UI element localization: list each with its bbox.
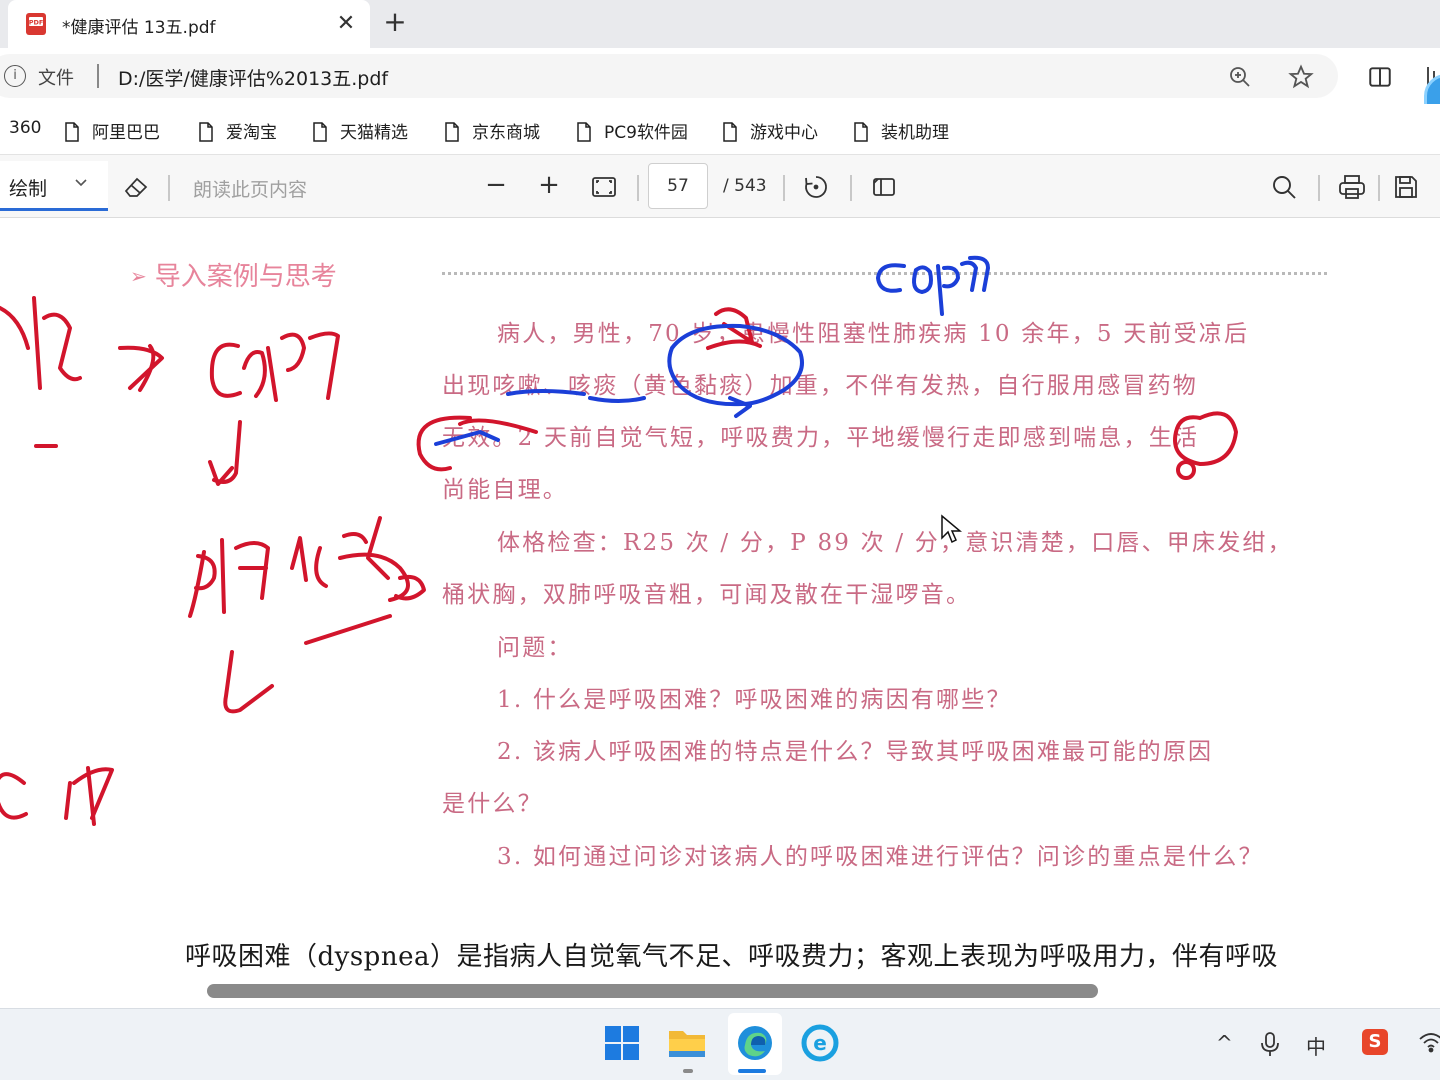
address-divider	[97, 64, 99, 88]
bookmark-label: 装机助理	[881, 123, 949, 143]
active-indicator	[738, 1069, 766, 1073]
favorites-bar: 360 阿里巴巴 爱淘宝 天猫精选 京东商城 PC9软件园 游戏中心 装机助理	[0, 104, 1440, 154]
running-indicator	[683, 1069, 693, 1073]
favorite-star-icon[interactable]	[1288, 64, 1314, 90]
bookmark-label: 京东商城	[472, 123, 540, 143]
bookmark-install-helper[interactable]: 装机助理	[853, 118, 949, 143]
tray-overflow-chevron-icon[interactable]: ^	[1216, 1031, 1233, 1055]
file-explorer-icon[interactable]	[667, 1023, 707, 1063]
ie-browser-icon[interactable]: e	[800, 1023, 840, 1063]
save-icon[interactable]	[1392, 173, 1420, 201]
edge-browser-icon[interactable]	[735, 1023, 775, 1063]
close-tab-icon[interactable]: ✕	[332, 10, 360, 38]
sogou-input-icon[interactable]: S	[1362, 1029, 1388, 1055]
windows-taskbar: e ^ 中 S	[0, 1008, 1440, 1080]
case-line: 无效。2 天前自觉气短，呼吸费力，平地缓慢行走即感到喘息，生活	[442, 425, 1200, 451]
bookmark-label: 爱淘宝	[226, 123, 277, 143]
section-heading-text: 导入案例与思考	[154, 262, 337, 292]
split-screen-icon[interactable]	[1367, 64, 1393, 90]
svg-text:PDF: PDF	[29, 19, 44, 27]
bookmark-pc9[interactable]: PC9软件园	[576, 118, 688, 143]
title-bar: PDF *健康评估 13五.pdf ✕ +	[0, 0, 1440, 48]
eraser-icon[interactable]	[122, 174, 150, 200]
toolbar-divider	[783, 175, 785, 201]
toolbar-divider	[850, 175, 852, 201]
zoom-in-button[interactable]: +	[534, 171, 564, 201]
zoom-out-button[interactable]: −	[481, 171, 511, 201]
questions-label: 问题：	[497, 635, 573, 661]
browser-tab[interactable]: PDF *健康评估 13五.pdf ✕	[8, 0, 370, 48]
url-text[interactable]: D:/医学/健康评估%2013五.pdf	[118, 64, 388, 91]
toolbar-divider	[1378, 175, 1380, 201]
section-heading: ➢ 导入案例与思考	[130, 256, 337, 293]
page-icon	[445, 122, 459, 142]
search-icon[interactable]	[1270, 173, 1298, 201]
bookmark-label: 天猫精选	[340, 123, 408, 143]
question-item: 3. 如何通过问诊对该病人的呼吸困难进行评估？问诊的重点是什么？	[497, 844, 1264, 870]
windows-start-icon[interactable]	[602, 1023, 642, 1063]
exam-line: 体格检查：R25 次 / 分，P 89 次 / 分，意识清楚，口唇、甲床发绀，	[497, 530, 1293, 556]
draw-label: 绘制	[9, 178, 48, 200]
page-icon	[199, 122, 213, 142]
microphone-icon[interactable]	[1260, 1031, 1280, 1057]
bookmark-label: 360	[9, 118, 42, 138]
svg-text:e: e	[813, 1031, 827, 1055]
page-icon	[854, 122, 868, 142]
bookmark-label: 游戏中心	[750, 123, 818, 143]
site-info-icon[interactable]: i	[4, 65, 26, 87]
bookmark-label: 阿里巴巴	[92, 123, 160, 143]
body-paragraph: 呼吸困难（dyspnea）是指病人自觉氧气不足、呼吸费力；客观上表现为呼吸用力，…	[185, 942, 1278, 972]
print-icon[interactable]	[1337, 173, 1367, 201]
new-tab-button[interactable]: +	[380, 8, 410, 38]
bookmark-label: PC9软件园	[604, 123, 688, 143]
question-item: 是什么？	[442, 791, 543, 817]
bookmark-alibaba[interactable]: 阿里巴巴	[64, 118, 160, 143]
bookmark-aitaobao[interactable]: 爱淘宝	[198, 118, 277, 143]
dotted-divider	[442, 272, 1327, 275]
case-line: 尚能自理。	[442, 477, 568, 503]
page-icon	[723, 122, 737, 142]
page-number-input[interactable]: 57	[648, 163, 708, 209]
page-total: / 543	[723, 176, 767, 196]
rotate-icon[interactable]	[802, 173, 830, 201]
ime-indicator[interactable]: 中	[1306, 1031, 1326, 1060]
mouse-cursor-icon	[941, 514, 962, 544]
toolbar-divider	[1318, 175, 1320, 201]
page-view-icon[interactable]	[870, 173, 898, 201]
pdf-file-icon: PDF	[26, 13, 46, 35]
address-row: i 文件 D:/医学/健康评估%2013五.pdf	[0, 48, 1440, 104]
pdf-document-view[interactable]: ➢ 导入案例与思考 病人，男性，70 岁，患慢性阻塞性肺疾病 10 余年，5 天前…	[0, 218, 1440, 1008]
blue-ink-strokes	[434, 255, 990, 446]
tab-title: *健康评估 13五.pdf	[62, 18, 216, 38]
page-icon	[65, 122, 79, 142]
read-aloud-button[interactable]: 朗读此页内容	[193, 175, 307, 202]
bookmark-360[interactable]: 360	[9, 118, 41, 138]
question-item: 1. 什么是呼吸困难？呼吸困难的病因有哪些？	[497, 687, 1012, 713]
exam-line: 桶状胸，双肺呼吸音粗，可闻及散在干湿啰音。	[442, 582, 972, 608]
page-icon	[313, 122, 327, 142]
horizontal-scrollbar[interactable]	[207, 984, 1098, 998]
chevron-down-icon	[75, 179, 87, 187]
case-line: 病人，男性，70 岁，患慢性阻塞性肺疾病 10 余年，5 天前受凉后	[497, 321, 1250, 347]
question-item: 2. 该病人呼吸困难的特点是什么？导致其呼吸困难最可能的原因	[497, 739, 1214, 765]
bookmark-jd[interactable]: 京东商城	[444, 118, 540, 143]
file-scheme-label: 文件	[38, 68, 74, 89]
bookmark-games[interactable]: 游戏中心	[722, 118, 818, 143]
case-line: 出现咳嗽、咳痰（黄色黏痰）加重，不伴有发热，自行服用感冒药物	[442, 373, 1198, 399]
toolbar-divider	[637, 175, 639, 201]
triangle-bullet-icon: ➢	[130, 264, 147, 288]
fit-page-icon[interactable]	[590, 173, 618, 201]
pdf-toolbar: 绘制 朗读此页内容 − + 57 / 543	[0, 154, 1440, 218]
wifi-icon[interactable]	[1418, 1031, 1440, 1053]
zoom-in-icon[interactable]	[1228, 65, 1252, 89]
page-icon	[577, 122, 591, 142]
draw-dropdown[interactable]: 绘制	[0, 161, 108, 211]
bookmark-tmall[interactable]: 天猫精选	[312, 118, 408, 143]
toolbar-divider	[168, 175, 170, 201]
